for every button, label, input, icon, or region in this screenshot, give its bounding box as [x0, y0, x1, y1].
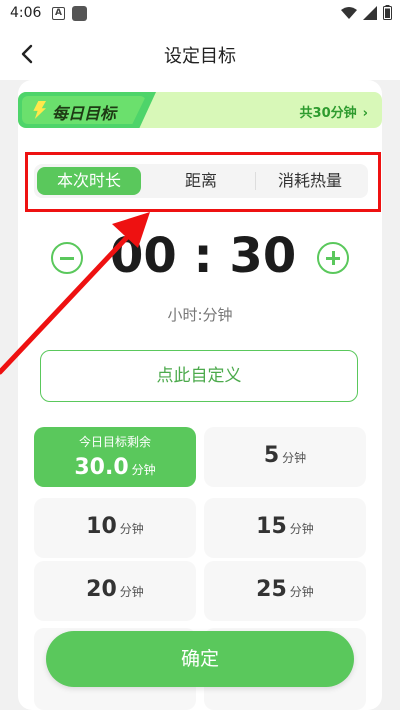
option-25[interactable]: 25 分钟: [204, 561, 366, 621]
option-15[interactable]: 15 分钟: [204, 498, 366, 558]
option-line: 25 分钟: [204, 577, 366, 602]
timer-unit-hint: 小时:分钟: [167, 306, 233, 324]
option-line: 20 分钟: [34, 577, 196, 602]
notification-icon: [72, 6, 87, 21]
app-header: 设定目标: [0, 28, 400, 80]
timer-display: 00 : 30: [110, 228, 297, 284]
option-value: 30.0: [74, 455, 129, 480]
option-unit: 分钟: [289, 585, 314, 599]
custom-button[interactable]: 点此自定义: [40, 350, 358, 402]
status-bar: 4:06 A: [0, 0, 400, 28]
daily-goal-banner[interactable]: 每日目标 共30分钟 ›: [18, 92, 382, 128]
banner-total[interactable]: 共30分钟 ›: [300, 102, 368, 121]
option-today-remaining[interactable]: 今日目标剩余 30.0 分钟: [34, 427, 196, 487]
minus-icon[interactable]: [51, 242, 83, 274]
option-value: 20: [86, 577, 117, 602]
option-caption: 今日目标剩余: [78, 435, 151, 449]
option-line: 30.0 分钟: [34, 455, 196, 480]
highlight-box: [25, 152, 381, 212]
banner-tag: 每日目标: [18, 92, 156, 128]
option-line: 5 分钟: [204, 443, 366, 468]
confirm-button[interactable]: 确定: [46, 631, 354, 687]
status-icons: [341, 5, 392, 20]
option-line: 10 分钟: [34, 514, 196, 539]
status-time: 4:06: [10, 5, 42, 21]
banner-total-text: 共30分钟: [299, 106, 357, 121]
option-value: 15: [256, 514, 287, 539]
battery-icon: [383, 5, 392, 20]
a-icon: A: [52, 7, 65, 20]
page-title: 设定目标: [164, 46, 236, 67]
option-unit: 分钟: [119, 585, 144, 599]
chevron-right-icon: ›: [362, 106, 368, 121]
option-5[interactable]: 5 分钟: [204, 427, 366, 487]
option-20[interactable]: 20 分钟: [34, 561, 196, 621]
option-unit: 分钟: [131, 463, 156, 477]
option-10[interactable]: 10 分钟: [34, 498, 196, 558]
plus-icon[interactable]: [317, 242, 349, 274]
option-value: 5: [263, 443, 280, 468]
option-line: 15 分钟: [204, 514, 366, 539]
signal-icon: [363, 5, 377, 20]
option-value: 25: [256, 577, 287, 602]
option-unit: 分钟: [289, 522, 314, 536]
option-value: 10: [86, 514, 117, 539]
banner-label: 每日目标: [52, 104, 117, 123]
option-unit: 分钟: [282, 451, 307, 465]
wifi-icon: [341, 6, 357, 19]
option-unit: 分钟: [119, 522, 144, 536]
